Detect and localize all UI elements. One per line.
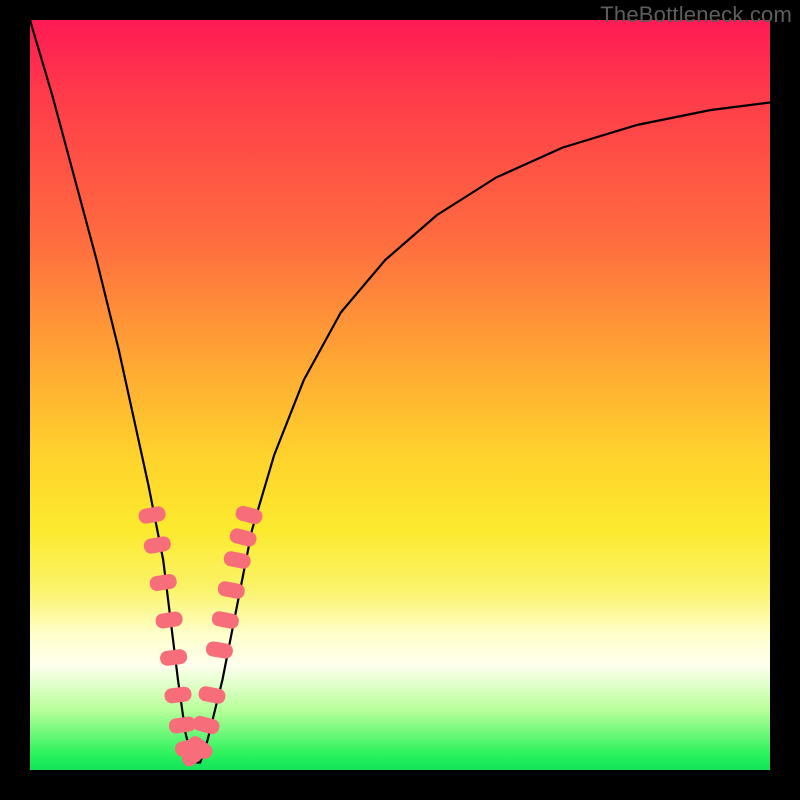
curve-marker <box>143 535 172 554</box>
curve-marker <box>168 716 197 735</box>
marker-group <box>138 504 264 769</box>
curve-marker <box>228 527 258 548</box>
chart-frame: TheBottleneck.com <box>0 0 800 800</box>
plot-area <box>30 20 770 770</box>
curve-layer <box>30 20 770 770</box>
curve-marker <box>149 573 178 592</box>
curve-marker <box>197 685 226 705</box>
curve-marker <box>164 686 193 704</box>
bottleneck-curve <box>30 20 770 763</box>
watermark-text: TheBottleneck.com <box>600 2 792 28</box>
curve-marker <box>155 610 184 629</box>
curve-marker <box>191 714 221 735</box>
curve-marker <box>159 648 188 666</box>
curve-marker <box>138 505 167 524</box>
